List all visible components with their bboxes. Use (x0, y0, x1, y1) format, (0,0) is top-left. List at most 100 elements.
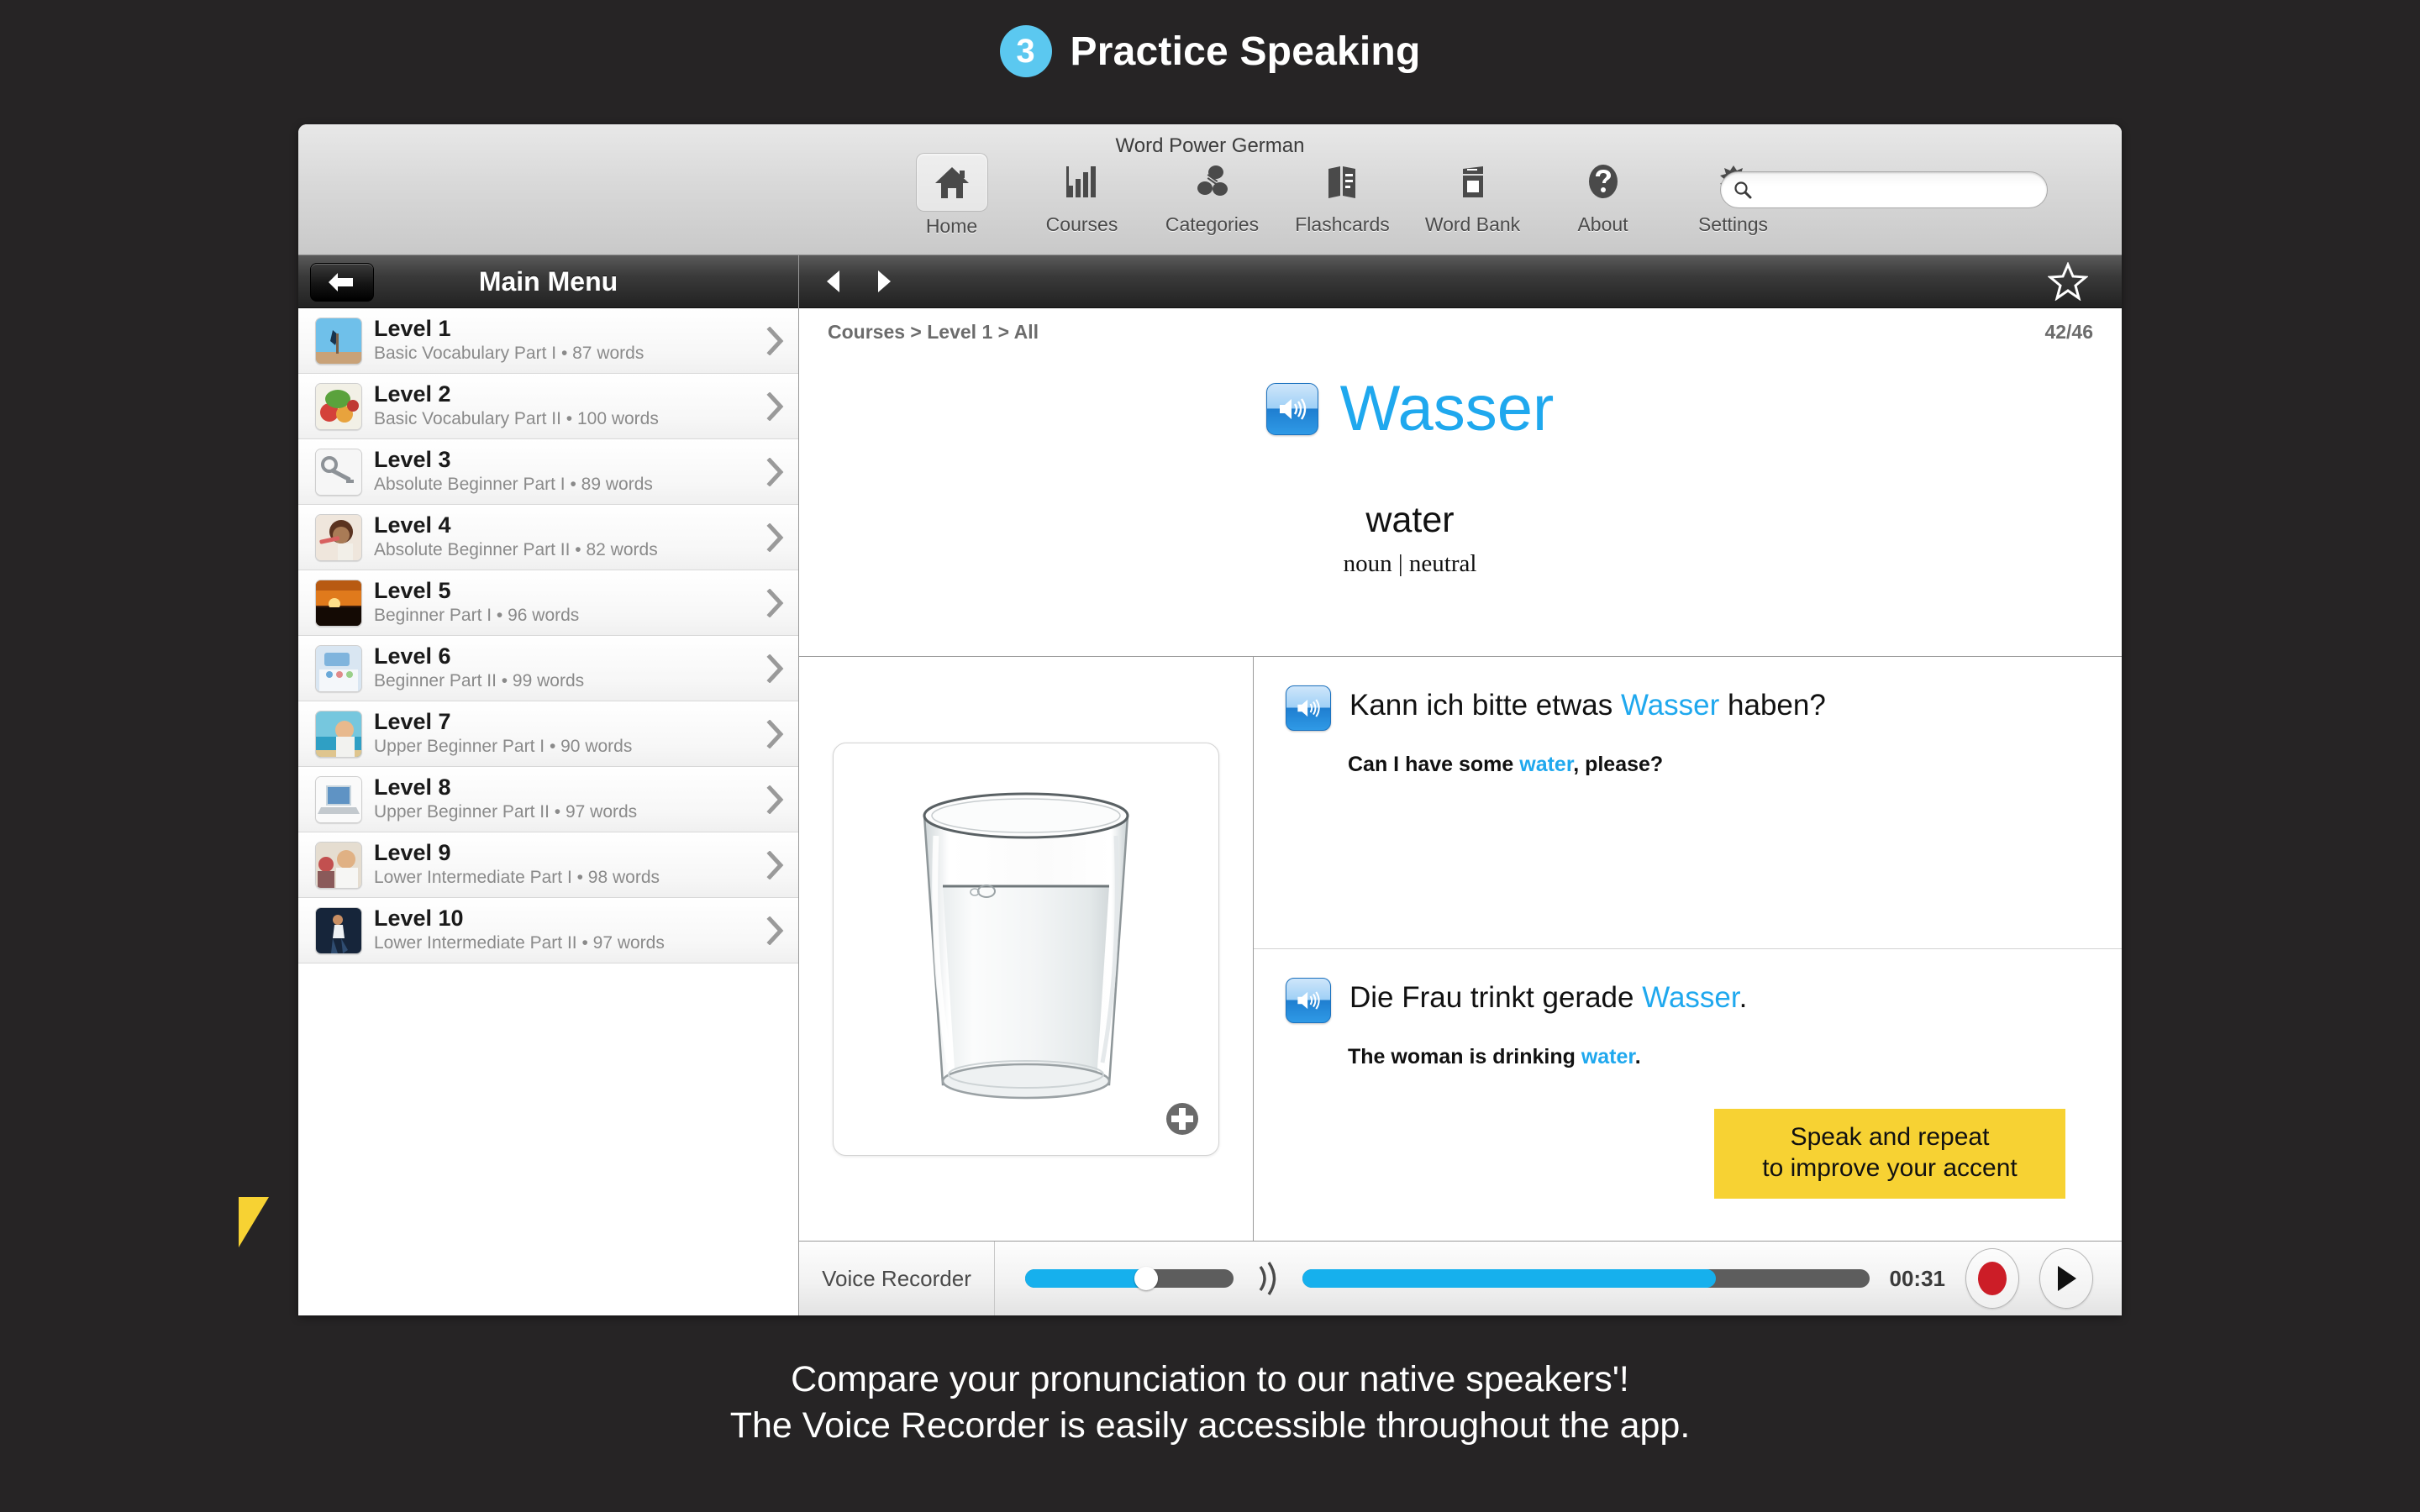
level-subtitle: Basic Vocabulary Part I • 87 words (374, 344, 644, 364)
toolbar-item-categories[interactable]: Categories (1147, 153, 1277, 236)
level-thumbnail (315, 710, 362, 758)
volume-slider[interactable] (1025, 1267, 1234, 1290)
caption-line-2: The Voice Recorder is easily accessible … (729, 1405, 1691, 1446)
search-input[interactable] (1760, 178, 2035, 202)
back-button[interactable] (310, 263, 374, 302)
flashcards-icon (1328, 166, 1355, 198)
level-text: Level 9 Lower Intermediate Part I • 98 w… (374, 839, 755, 890)
card-counter: 42/46 (2044, 320, 2093, 343)
example-target-post: haben? (1719, 689, 1826, 722)
sound-waves-icon (1259, 1262, 1276, 1295)
flashcards-icon-box (1307, 153, 1378, 210)
level-subtitle: Absolute Beginner Part I • 89 words (374, 475, 653, 495)
level-thumbnail (315, 317, 362, 365)
toolbar-label: Courses (1045, 213, 1118, 235)
record-button[interactable] (1965, 1248, 2019, 1309)
word-zone: Wasser water noun | neutral (799, 355, 2122, 657)
example-trans-pre: Can I have some (1348, 753, 1520, 776)
play-button[interactable] (2039, 1248, 2093, 1309)
sidebar-item-level-3[interactable]: Level 3 Absolute Beginner Part I • 89 wo… (298, 439, 798, 505)
play-icon (2058, 1266, 2076, 1291)
word-bank-icon-box (1438, 153, 1508, 210)
level-name: Level 8 (374, 774, 451, 800)
sidebar-item-level-7[interactable]: Level 7 Upper Beginner Part I • 90 words (298, 701, 798, 767)
sidebar-item-level-1[interactable]: Level 1 Basic Vocabulary Part I • 87 wor… (298, 308, 798, 374)
toolbar-item-flashcards[interactable]: Flashcards (1277, 153, 1407, 236)
level-name: Level 2 (374, 381, 451, 407)
bar-chart-icon (1065, 166, 1096, 197)
toolbar-label: About (1577, 213, 1628, 235)
level-subtitle: Upper Beginner Part II • 97 words (374, 802, 638, 822)
chevron-right-icon (766, 850, 784, 879)
search-box[interactable] (1720, 171, 2048, 208)
screenshot-root: 3 Practice Speaking Word Power German Ho… (0, 0, 2420, 1512)
play-word-audio-button[interactable] (1265, 383, 1318, 435)
sidebar-item-level-4[interactable]: Level 4 Absolute Beginner Part II • 82 w… (298, 505, 798, 570)
categories-icon (1197, 165, 1228, 196)
level-text: Level 8 Upper Beginner Part II • 97 word… (374, 774, 755, 824)
example-target-row: Die Frau trinkt gerade Wasser. (1286, 978, 2088, 1023)
word-target: Wasser (1339, 373, 1555, 444)
level-name: Level 4 (374, 512, 451, 538)
detail-navbar (799, 255, 2122, 308)
volume-slider-knob[interactable] (1134, 1267, 1158, 1290)
toolbar-item-courses[interactable]: Courses (1017, 153, 1147, 236)
play-example-audio-button[interactable] (1286, 978, 1331, 1023)
breadcrumb[interactable]: Courses > Level 1 > All (828, 321, 1039, 344)
chevron-right-icon (766, 391, 784, 421)
example-translation: Can I have some water, please? (1348, 753, 2088, 777)
level-thumbnail (315, 579, 362, 627)
play-example-audio-button[interactable] (1286, 685, 1331, 731)
word-header: Wasser (799, 377, 2122, 441)
chevron-right-icon (766, 588, 784, 617)
level-thumbnail (315, 775, 362, 823)
word-image-card[interactable] (833, 742, 1219, 1156)
level-thumbnail (315, 382, 362, 430)
level-name: Level 5 (374, 577, 451, 603)
chevron-right-icon (766, 326, 784, 355)
next-button[interactable] (865, 262, 903, 301)
sidebar-item-level-9[interactable]: Level 9 Lower Intermediate Part I • 98 w… (298, 832, 798, 898)
example-trans-post: , please? (1573, 753, 1664, 776)
level-name: Level 1 (374, 315, 451, 341)
toolbar: Word Power German Home Courses Categorie… (298, 124, 2122, 255)
level-thumbnail (315, 644, 362, 692)
level-name: Level 3 (374, 446, 451, 472)
prev-button[interactable] (814, 262, 853, 301)
word-bank-icon (1462, 166, 1483, 197)
recorder-controls: 00:31 (995, 1242, 2122, 1315)
toolbar-item-word-bank[interactable]: Word Bank (1407, 153, 1538, 236)
example-trans-post: . (1634, 1045, 1641, 1068)
example-target: Kann ich bitte etwas Wasser haben? (1349, 685, 1826, 722)
level-text: Level 7 Upper Beginner Part I • 90 words (374, 709, 755, 759)
home-icon-box (915, 153, 988, 212)
search-icon (1734, 181, 1752, 199)
voice-recorder-bar: Voice Recorder 00:31 (799, 1242, 2122, 1315)
toolbar-item-home[interactable]: Home (886, 153, 1017, 238)
playback-progress-slider[interactable] (1302, 1269, 1870, 1288)
courses-icon-box (1047, 153, 1118, 210)
example-target-highlight: Wasser (1642, 981, 1739, 1014)
volume-slider-fill (1025, 1269, 1146, 1288)
favorite-button[interactable] (2047, 261, 2089, 302)
word-translation: water (1365, 500, 1455, 540)
sidebar-item-level-8[interactable]: Level 8 Upper Beginner Part II • 97 word… (298, 767, 798, 832)
example-target-post: . (1739, 981, 1748, 1014)
example-translation: The woman is drinking water. (1348, 1045, 2088, 1069)
zoom-in-icon[interactable] (1165, 1101, 1200, 1137)
level-text: Level 2 Basic Vocabulary Part II • 100 w… (374, 381, 755, 431)
sidebar-item-level-10[interactable]: Level 10 Lower Intermediate Part II • 97… (298, 898, 798, 963)
level-text: Level 5 Beginner Part I • 96 words (374, 577, 755, 627)
breadcrumb-row: Courses > Level 1 > All 42/46 (799, 308, 2122, 355)
sidebar-item-level-6[interactable]: Level 6 Beginner Part II • 99 words (298, 636, 798, 701)
toolbar-item-about[interactable]: About (1538, 153, 1668, 236)
sidebar-item-level-2[interactable]: Level 2 Basic Vocabulary Part II • 100 w… (298, 374, 798, 439)
toolbar-label: Home (925, 215, 978, 237)
chevron-right-icon (766, 522, 784, 552)
level-thumbnail (315, 513, 362, 561)
playback-progress-fill (1302, 1269, 1717, 1288)
sidebar-item-level-5[interactable]: Level 5 Beginner Part I • 96 words (298, 570, 798, 636)
level-name: Level 9 (374, 839, 451, 865)
promo-caption: Compare your pronunciation to our native… (0, 1357, 2420, 1449)
toolbar-label: Word Bank (1424, 213, 1521, 235)
